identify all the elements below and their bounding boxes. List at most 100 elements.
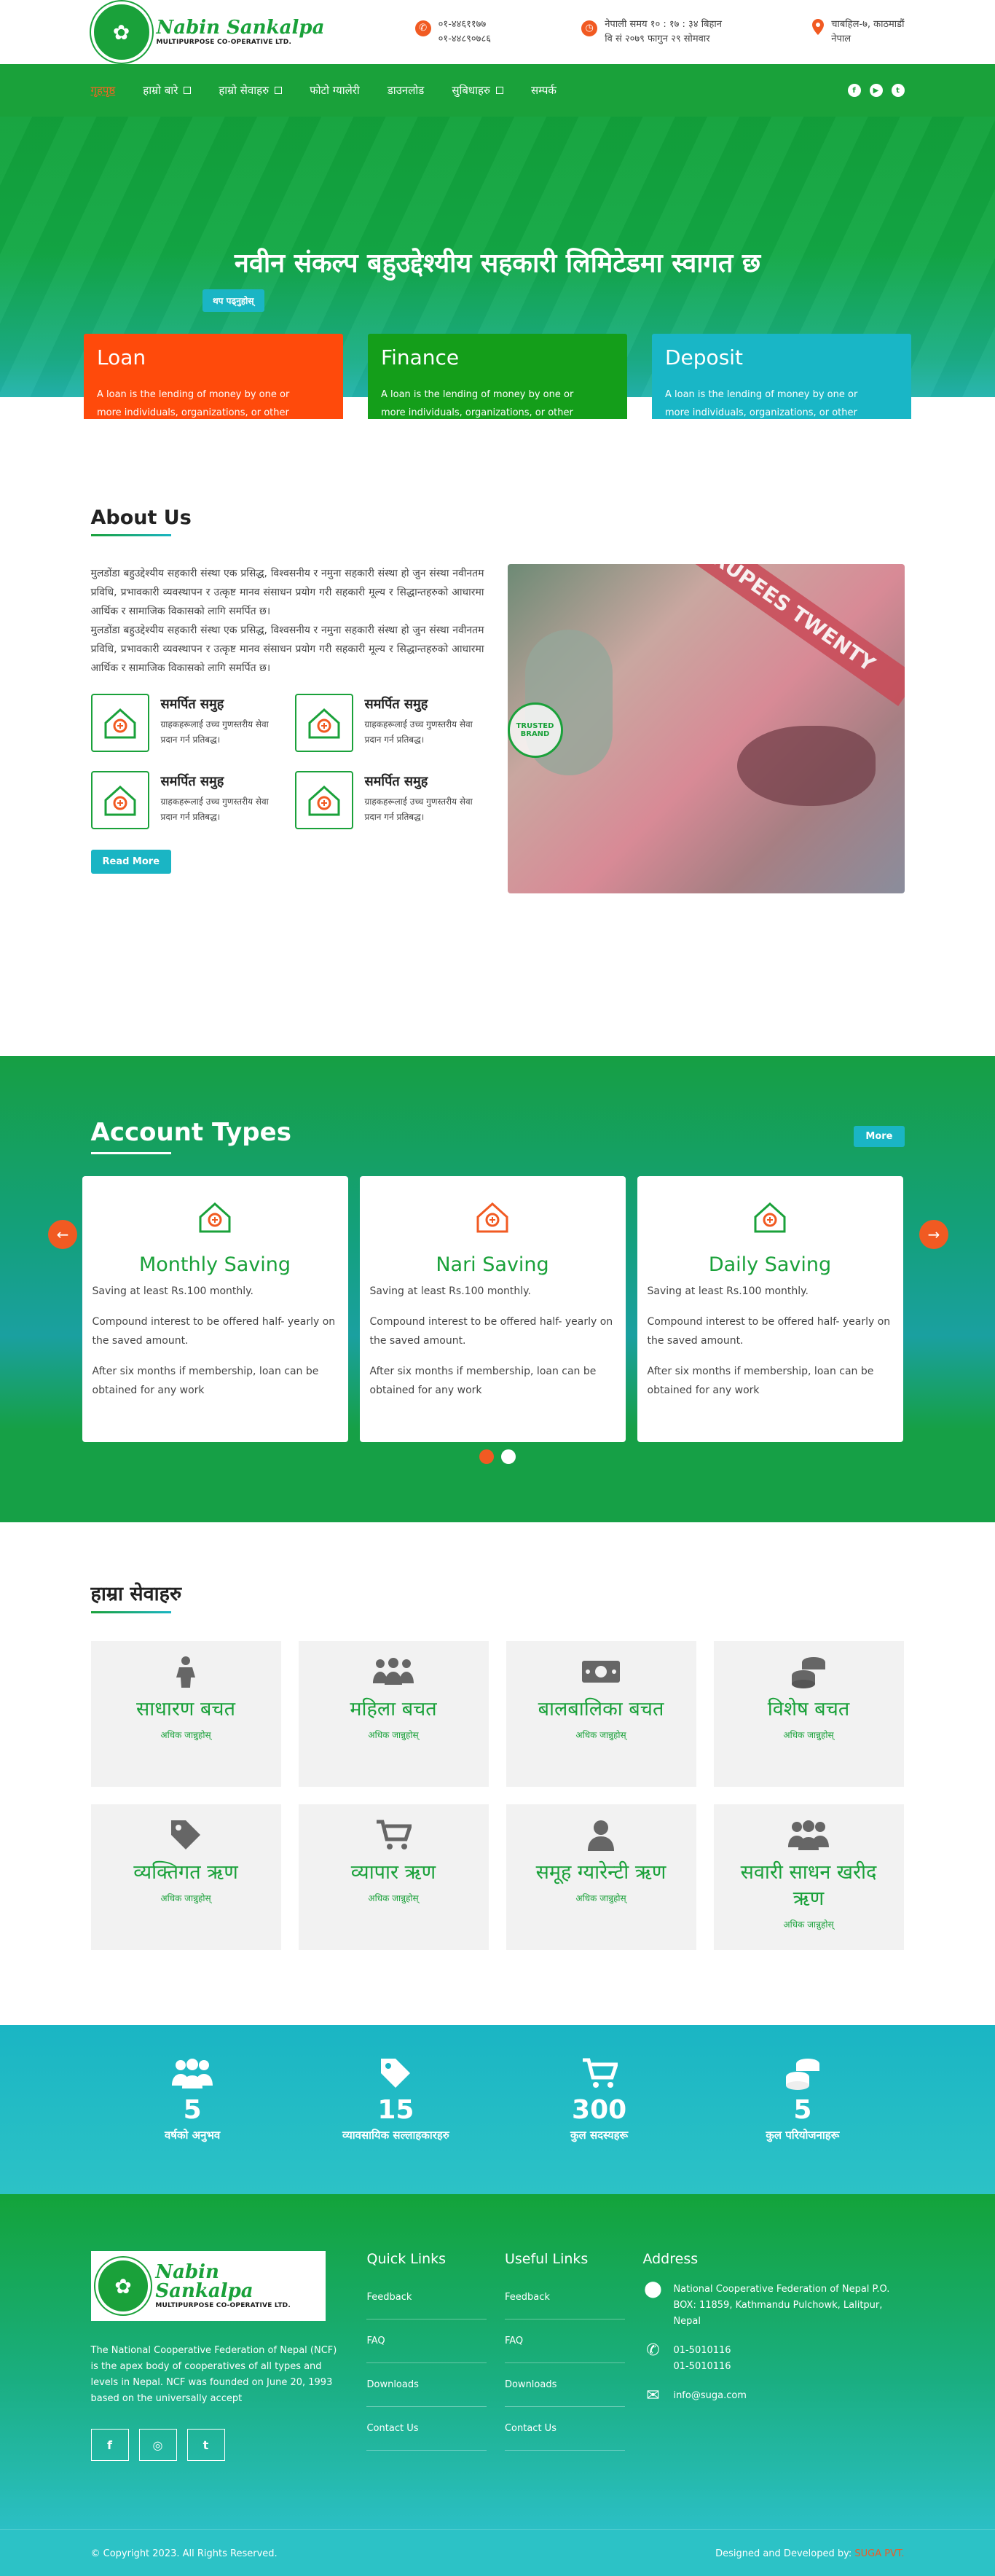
account-card[interactable]: Daily Saving Saving at least Rs.100 mont… <box>637 1176 903 1442</box>
about-image: RUPEES TWENTY TRUSTED BRAND <box>507 564 905 893</box>
nav-item-label: हाम्रो सेवाहरु <box>219 84 270 97</box>
footer-phone-1[interactable]: 01-5010116 <box>673 2343 731 2359</box>
service-learn-more-link[interactable]: अधिक जान्नुहोस् <box>506 1892 696 1904</box>
site-logo[interactable]: ✿ Nabin Sankalpa MULTIPURPOSE CO-OPERATI… <box>90 1 324 63</box>
footer-twitter-icon[interactable]: t <box>186 2429 225 2461</box>
footer-phone-2[interactable]: 01-5010116 <box>673 2359 731 2375</box>
service-card[interactable]: समूह ग्यारेन्टी ऋण अधिक जान्नुहोस् <box>506 1804 696 1950</box>
more-button[interactable]: More <box>854 1125 905 1147</box>
account-card[interactable]: Nari Saving Saving at least Rs.100 month… <box>359 1176 626 1442</box>
footer-instagram-icon[interactable]: ◎ <box>138 2429 177 2461</box>
phone-2[interactable]: ०१-४४८९०७८६ <box>438 32 491 47</box>
service-title: सवारी साधन खरीद ऋण <box>740 1861 877 1910</box>
account-card-line-2: Compound interest to be offered half- ye… <box>647 1316 891 1347</box>
carousel-dot-1[interactable] <box>479 1449 494 1464</box>
feature-card-deposit[interactable]: Deposit A loan is the lending of money b… <box>652 334 911 419</box>
address-title: Address <box>642 2251 699 2267</box>
hero-read-more-button[interactable]: थप पढ्नुहोस् <box>202 289 264 312</box>
footer-logo[interactable]: ✿ Nabin Sankalpa MULTIPURPOSE CO-OPERATI… <box>90 2251 326 2321</box>
useful-link-feedback[interactable]: Feedback <box>504 2292 625 2319</box>
coin-hand-icon <box>294 771 353 829</box>
service-title: महिला बचत <box>350 1698 437 1720</box>
service-learn-more-link[interactable]: अधिक जान्नुहोस् <box>91 1729 281 1741</box>
service-learn-more-link[interactable]: अधिक जान्नुहोस् <box>714 1729 904 1741</box>
nav-item-label: गृहपृष्ठ <box>90 84 116 97</box>
map-pin-icon: ⬤ <box>644 2280 662 2298</box>
about-feature-title: समर्पित समुह <box>364 774 428 789</box>
tag-icon <box>91 1816 281 1854</box>
service-title: समूह ग्यारेन्टी ऋण <box>535 1861 666 1884</box>
useful-link-faq[interactable]: FAQ <box>504 2336 625 2363</box>
service-learn-more-link[interactable]: अधिक जान्नुहोस् <box>91 1892 281 1904</box>
footer-logo-subtitle: MULTIPURPOSE CO-OPERATIVE LTD. <box>155 2302 291 2309</box>
counter-number: 5 <box>793 2095 812 2125</box>
designer-link[interactable]: SUGA PVT. <box>854 2548 904 2559</box>
service-card[interactable]: व्यक्तिगत ऋण अधिक जान्नुहोस् <box>90 1804 281 1950</box>
service-card[interactable]: सवारी साधन खरीद ऋण अधिक जान्नुहोस् <box>713 1804 904 1950</box>
coins-icon <box>714 1653 904 1691</box>
footer-phone-icon: ✆ <box>646 2341 660 2360</box>
feature-card-finance[interactable]: Finance A loan is the lending of money b… <box>368 334 627 419</box>
hero-banner: नवीन संकल्प बहुउद्देश्यीय सहकारी लिमिटेड… <box>0 117 995 419</box>
counter-label: कुल सदस्यहरू <box>570 2129 629 2142</box>
twitter-icon[interactable]: t <box>891 84 905 97</box>
logo-subtitle: MULTIPURPOSE CO-OPERATIVE LTD. <box>156 39 292 46</box>
nav-item-6[interactable]: सम्पर्क <box>531 83 557 98</box>
account-card-line-1: Saving at least Rs.100 monthly. <box>92 1285 253 1297</box>
quick-link-feedback[interactable]: Feedback <box>366 2292 487 2319</box>
feature-card-loan[interactable]: Loan A loan is the lending of money by o… <box>84 334 343 419</box>
nav-item-label: फोटो ग्यालेरी <box>310 84 360 97</box>
nav-item-1[interactable]: हाम्रो बारे <box>143 83 192 98</box>
footer-about-text: The National Cooperative Federation of N… <box>90 2345 337 2404</box>
nav-item-4[interactable]: डाउनलोड <box>388 83 425 98</box>
quick-link-faq[interactable]: FAQ <box>366 2336 487 2363</box>
nav-item-3[interactable]: फोटो ग्यालेरी <box>310 83 360 98</box>
money-icon <box>506 1653 696 1691</box>
read-more-button[interactable]: Read More <box>90 850 172 874</box>
counter-label: वर्षको अनुभव <box>164 2129 221 2142</box>
nav-menu: गृहपृष्ठ हाम्रो बारे हाम्रो सेवाहरु फोटो ग्… <box>91 83 557 98</box>
carousel-dots <box>91 1449 905 1464</box>
nepali-date: वि सं २०७९ फागुन २९ सोमवार <box>605 34 710 44</box>
service-title: व्यापार ऋण <box>350 1861 436 1884</box>
service-card[interactable]: महिला बचत अधिक जान्नुहोस् <box>298 1641 489 1787</box>
about-feature-item: समर्पित समुह ग्राहकहरूलाई उच्च गुणस्तरीय… <box>294 694 484 752</box>
nav-item-5[interactable]: सुबिधाहरु <box>452 83 503 98</box>
service-title: व्यक्तिगत ऋण <box>133 1861 238 1884</box>
feature-cards: Loan A loan is the lending of money by o… <box>0 334 995 419</box>
nav-item-0[interactable]: गृहपृष्ठ <box>91 83 116 98</box>
footer-email[interactable]: info@suga.com <box>673 2388 747 2404</box>
phone-icon: ✆ <box>414 20 431 36</box>
phone-1[interactable]: ०१-४४६११७७ <box>438 17 491 32</box>
quick-link-contact[interactable]: Contact Us <box>366 2423 487 2451</box>
service-card[interactable]: बालबालिका बचत अधिक जान्नुहोस् <box>506 1641 696 1787</box>
carousel-dot-2[interactable] <box>501 1449 516 1464</box>
service-card[interactable]: व्यापार ऋण अधिक जान्नुहोस् <box>298 1804 489 1950</box>
services-section: हाम्रा सेवाहरु साधारण बचत अधिक जान्नुहोस… <box>0 1522 995 2025</box>
coin-cycle-icon <box>294 694 353 752</box>
service-learn-more-link[interactable]: अधिक जान्नुहोस् <box>506 1729 696 1741</box>
service-learn-more-link[interactable]: अधिक जान्नुहोस् <box>714 1918 904 1930</box>
carousel-next-arrow-icon[interactable]: → <box>919 1220 948 1249</box>
nav-item-2[interactable]: हाम्रो सेवाहरु <box>219 83 283 98</box>
about-feature-title: समर्पित समुह <box>160 774 224 789</box>
carousel-prev-arrow-icon[interactable]: ← <box>48 1220 77 1249</box>
useful-link-downloads[interactable]: Downloads <box>504 2379 625 2407</box>
service-card[interactable]: साधारण बचत अधिक जान्नुहोस् <box>90 1641 281 1787</box>
feature-text: A loan is the lending of money by one or… <box>97 389 290 418</box>
account-card-line-1: Saving at least Rs.100 monthly. <box>647 1285 809 1297</box>
about-feature-title: समर्पित समुह <box>364 697 428 712</box>
footer-facebook-icon[interactable]: f <box>90 2429 129 2461</box>
service-learn-more-link[interactable]: अधिक जान्नुहोस् <box>299 1892 489 1904</box>
youtube-icon[interactable]: ▶ <box>869 84 883 97</box>
account-card[interactable]: Monthly Saving Saving at least Rs.100 mo… <box>82 1176 348 1442</box>
quick-link-downloads[interactable]: Downloads <box>366 2379 487 2407</box>
feature-title: Deposit <box>665 345 744 369</box>
useful-link-contact[interactable]: Contact Us <box>504 2423 625 2451</box>
feature-title: Finance <box>381 345 460 369</box>
facebook-icon[interactable]: f <box>847 84 861 97</box>
service-learn-more-link[interactable]: अधिक जान्नुहोस् <box>299 1729 489 1741</box>
cart-icon <box>299 1816 489 1854</box>
counter-number: 15 <box>377 2095 414 2125</box>
service-card[interactable]: विशेष बचत अधिक जान्नुहोस् <box>713 1641 904 1787</box>
